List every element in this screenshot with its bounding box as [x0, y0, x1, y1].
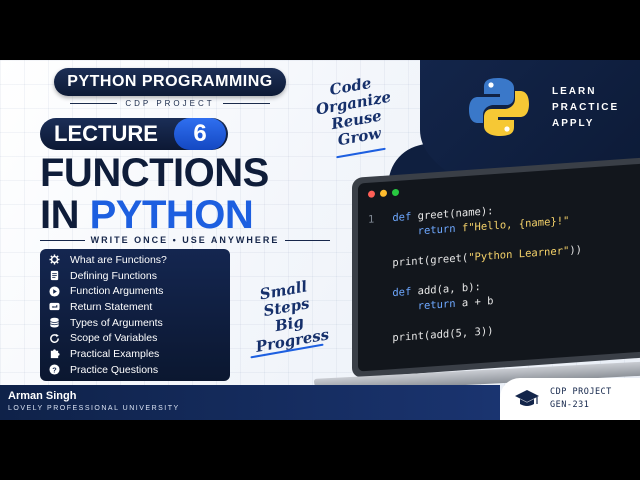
main-title-line2: IN PYTHON	[40, 194, 310, 236]
code-text: print(add(5, 3))	[392, 325, 494, 345]
tagline: WRITE ONCE • USE ANYWHERE	[40, 234, 331, 246]
side-word: APPLY	[552, 118, 595, 129]
topic-label: Practice Questions	[70, 363, 159, 376]
topic-label: Function Arguments	[70, 285, 164, 298]
code-keyword: def	[392, 210, 418, 225]
topic-label: What are Functions?	[70, 253, 167, 266]
divider	[222, 102, 270, 104]
side-word: PRACTICE	[552, 102, 620, 113]
list-item: Function Arguments	[48, 283, 222, 299]
course-title: PYTHON PROGRAMMING	[54, 68, 286, 96]
course-subtitle: CDP PROJECT	[70, 96, 270, 110]
list-item: Defining Functions	[48, 268, 222, 284]
topics-list: What are Functions? Defining Functions F…	[40, 249, 230, 381]
code-text: print(greet(	[392, 251, 469, 270]
refresh-icon	[48, 332, 60, 344]
list-item: Scope of Variables	[48, 330, 222, 346]
return-arrow-icon	[48, 301, 60, 313]
topic-label: Return Statement	[70, 300, 153, 313]
list-item: ? Practice Questions	[48, 362, 222, 378]
code-editor: 1 def greet(name): return f"Hello, {name…	[358, 163, 640, 372]
main-title-prefix: IN	[40, 193, 90, 237]
lecture-number: 6	[174, 118, 226, 150]
lecture-label: LECTURE	[54, 121, 158, 146]
topic-label: Defining Functions	[70, 269, 157, 282]
side-word: LEARN	[552, 86, 597, 97]
python-logo-icon	[469, 78, 529, 136]
topic-label: Types of Arguments	[70, 316, 163, 329]
code-keyword: return	[417, 297, 462, 313]
list-item: Return Statement	[48, 299, 222, 315]
tagline-text: WRITE ONCE • USE ANYWHERE	[90, 235, 280, 245]
video-frame: PYTHON PROGRAMMING CDP PROJECT LECTURE 6…	[0, 0, 640, 480]
code-text: add(a, b):	[417, 280, 481, 298]
list-item: Types of Arguments	[48, 315, 222, 331]
laptop-screen: 1 def greet(name): return f"Hello, {name…	[352, 157, 640, 378]
list-item: Practical Examples	[48, 346, 222, 362]
topic-label: Practical Examples	[70, 347, 160, 360]
code-keyword: return	[417, 222, 462, 238]
question-icon: ?	[48, 364, 60, 376]
author-block: Arman Singh LOVELY PROFESSIONAL UNIVERSI…	[8, 390, 180, 412]
gear-icon	[48, 254, 60, 266]
maximize-dot-icon	[392, 188, 399, 197]
divider	[70, 102, 118, 104]
window-controls	[368, 188, 399, 198]
svg-text:?: ?	[52, 365, 57, 374]
learn-practice-apply: LEARN PRACTICE APPLY	[552, 84, 619, 132]
code-text: ))	[569, 243, 582, 257]
badge-text: CDP PROJECT GEN-231	[550, 386, 612, 412]
badge-line2: GEN-231	[550, 400, 590, 410]
main-title-line1: FUNCTIONS	[40, 151, 269, 195]
divider	[40, 239, 85, 241]
minimize-dot-icon	[380, 189, 387, 198]
play-icon	[48, 285, 60, 297]
main-title: FUNCTIONS IN PYTHON	[40, 152, 310, 236]
list-item: What are Functions?	[48, 252, 222, 268]
thumbnail[interactable]: PYTHON PROGRAMMING CDP PROJECT LECTURE 6…	[0, 60, 640, 420]
author-name: Arman Singh	[8, 390, 77, 402]
code-text: greet(name):	[417, 205, 494, 223]
topic-label: Scope of Variables	[70, 332, 158, 345]
code-text: a + b	[461, 295, 494, 310]
graduation-cap-icon	[515, 390, 539, 406]
author-university: LOVELY PROFESSIONAL UNIVERSITY	[8, 405, 180, 412]
close-dot-icon	[368, 190, 375, 198]
database-icon	[48, 317, 60, 329]
puzzle-icon	[48, 348, 60, 360]
main-title-highlight: PYTHON	[89, 193, 254, 237]
code-string: "Python Learner"	[468, 244, 570, 264]
code-keyword: def	[392, 285, 418, 300]
badge-line1: CDP PROJECT	[550, 387, 612, 397]
course-subtitle-text: CDP PROJECT	[125, 98, 215, 108]
document-icon	[48, 270, 60, 282]
divider	[285, 239, 331, 241]
code-block: 1 def greet(name): return f"Hello, {name…	[368, 198, 582, 348]
line-number: 1	[368, 213, 375, 226]
